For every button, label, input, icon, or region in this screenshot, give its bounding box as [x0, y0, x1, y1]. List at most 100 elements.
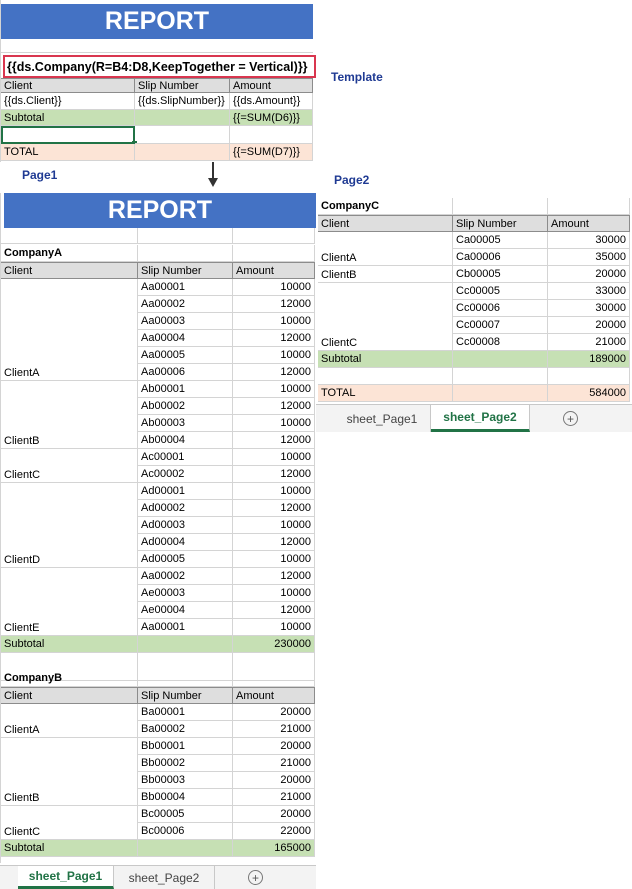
amount-cell[interactable]: 10000	[233, 279, 315, 296]
slip-number-cell[interactable]: Ba00001	[138, 704, 233, 721]
amount-cell[interactable]: 10000	[233, 347, 315, 364]
slip-number-cell[interactable]: Aa00001	[138, 279, 233, 296]
range-formula-cell[interactable]: {{ds.Company(R=B4:D8,KeepTogether = Vert…	[3, 55, 316, 78]
amount-cell[interactable]: 10000	[233, 381, 315, 398]
template-subtotal-label[interactable]: Subtotal	[1, 110, 135, 126]
total-value[interactable]: 584000	[548, 385, 630, 402]
amount-cell[interactable]: 10000	[233, 585, 315, 602]
slip-number-cell[interactable]: Ac00001	[138, 449, 233, 466]
slip-number-cell[interactable]: Bb00004	[138, 789, 233, 806]
amount-cell[interactable]: 12000	[233, 398, 315, 415]
slip-number-cell[interactable]: Ad00005	[138, 551, 233, 568]
slip-number-cell[interactable]: Cc00006	[453, 300, 548, 317]
slip-number-cell[interactable]: Bb00003	[138, 772, 233, 789]
subtotal-label[interactable]: Subtotal	[1, 840, 138, 857]
slip-number-cell[interactable]: Cc00005	[453, 283, 548, 300]
amount-cell[interactable]: 10000	[233, 517, 315, 534]
slip-number-cell[interactable]: Bb00001	[138, 738, 233, 755]
subtotal-value[interactable]: 165000	[233, 840, 315, 857]
amount-cell[interactable]: 10000	[233, 483, 315, 500]
template-subtotal-formula[interactable]: {{=SUM(D6)}}	[230, 110, 313, 126]
subtotal-empty[interactable]	[138, 840, 233, 857]
amount-cell[interactable]: 21000	[233, 755, 315, 772]
subtotal-empty[interactable]	[453, 351, 548, 368]
amount-cell[interactable]: 35000	[548, 249, 630, 266]
slip-number-cell[interactable]: Ac00002	[138, 466, 233, 483]
plus-circle-icon[interactable]: +	[563, 411, 578, 426]
slip-number-cell[interactable]: Bc00005	[138, 806, 233, 823]
tab-sheet-page2[interactable]: sheet_Page2	[431, 405, 530, 432]
plus-circle-icon[interactable]: +	[248, 870, 263, 885]
tab-sheet-page1[interactable]: sheet_Page1	[334, 405, 431, 432]
amount-cell[interactable]: 20000	[548, 266, 630, 283]
amount-cell[interactable]: 12000	[233, 534, 315, 551]
amount-cell[interactable]: 30000	[548, 300, 630, 317]
amount-cell[interactable]: 20000	[233, 738, 315, 755]
total-empty[interactable]	[453, 385, 548, 402]
template-slip-field[interactable]: {{ds.SlipNumber}}	[135, 93, 230, 110]
slip-number-cell[interactable]: Aa00002	[138, 568, 233, 585]
slip-number-cell[interactable]: Aa00006	[138, 364, 233, 381]
amount-cell[interactable]: 12000	[233, 432, 315, 449]
amount-cell[interactable]: 12000	[233, 296, 315, 313]
slip-number-cell[interactable]: Aa00001	[138, 619, 233, 636]
amount-cell[interactable]: 20000	[233, 806, 315, 823]
amount-cell[interactable]: 12000	[233, 500, 315, 517]
amount-cell[interactable]: 12000	[233, 602, 315, 619]
subtotal-label[interactable]: Subtotal	[1, 636, 138, 653]
template-total-empty[interactable]	[135, 144, 230, 161]
template-blank-cell[interactable]	[230, 126, 313, 144]
slip-number-cell[interactable]: Ab00002	[138, 398, 233, 415]
slip-number-cell[interactable]: Ab00004	[138, 432, 233, 449]
subtotal-value[interactable]: 189000	[548, 351, 630, 368]
amount-cell[interactable]: 22000	[233, 823, 315, 840]
subtotal-label[interactable]: Subtotal	[318, 351, 453, 368]
slip-number-cell[interactable]: Ca00005	[453, 232, 548, 249]
slip-number-cell[interactable]: Ba00002	[138, 721, 233, 738]
total-label[interactable]: TOTAL	[318, 385, 453, 402]
tab-sheet-page1[interactable]: sheet_Page1	[18, 866, 114, 889]
slip-number-cell[interactable]: Bb00002	[138, 755, 233, 772]
amount-cell[interactable]: 12000	[233, 466, 315, 483]
slip-number-cell[interactable]: Ab00003	[138, 415, 233, 432]
amount-cell[interactable]: 30000	[548, 232, 630, 249]
slip-number-cell[interactable]: Aa00004	[138, 330, 233, 347]
slip-number-cell[interactable]: Cc00007	[453, 317, 548, 334]
template-client-field[interactable]: {{ds.Client}}	[1, 93, 135, 110]
amount-cell[interactable]: 10000	[233, 415, 315, 432]
template-amount-field[interactable]: {{ds.Amount}}	[230, 93, 313, 110]
slip-number-cell[interactable]: Cc00008	[453, 334, 548, 351]
slip-number-cell[interactable]: Ae00003	[138, 585, 233, 602]
amount-cell[interactable]: 12000	[233, 364, 315, 381]
amount-cell[interactable]: 10000	[233, 619, 315, 636]
template-subtotal-empty[interactable]	[135, 110, 230, 126]
slip-number-cell[interactable]: Aa00003	[138, 313, 233, 330]
amount-cell[interactable]: 10000	[233, 313, 315, 330]
template-total-label[interactable]: TOTAL	[1, 144, 135, 161]
template-blank-cell[interactable]	[135, 126, 230, 144]
amount-cell[interactable]: 10000	[233, 449, 315, 466]
template-total-formula[interactable]: {{=SUM(D7)}}	[230, 144, 313, 161]
amount-cell[interactable]: 20000	[233, 704, 315, 721]
subtotal-empty[interactable]	[138, 636, 233, 653]
slip-number-cell[interactable]: Ad00004	[138, 534, 233, 551]
slip-number-cell[interactable]: Ca00006	[453, 249, 548, 266]
slip-number-cell[interactable]: Aa00002	[138, 296, 233, 313]
tab-sheet-page2[interactable]: sheet_Page2	[114, 866, 215, 889]
template-selected-cell[interactable]	[1, 126, 135, 144]
slip-number-cell[interactable]: Ae00004	[138, 602, 233, 619]
slip-number-cell[interactable]: Cb00005	[453, 266, 548, 283]
slip-number-cell[interactable]: Bc00006	[138, 823, 233, 840]
slip-number-cell[interactable]: Ab00001	[138, 381, 233, 398]
amount-cell[interactable]: 12000	[233, 568, 315, 585]
slip-number-cell[interactable]: Ad00003	[138, 517, 233, 534]
amount-cell[interactable]: 21000	[233, 789, 315, 806]
amount-cell[interactable]: 20000	[233, 772, 315, 789]
amount-cell[interactable]: 21000	[548, 334, 630, 351]
amount-cell[interactable]: 21000	[233, 721, 315, 738]
amount-cell[interactable]: 20000	[548, 317, 630, 334]
slip-number-cell[interactable]: Ad00001	[138, 483, 233, 500]
slip-number-cell[interactable]: Aa00005	[138, 347, 233, 364]
subtotal-value[interactable]: 230000	[233, 636, 315, 653]
amount-cell[interactable]: 10000	[233, 551, 315, 568]
